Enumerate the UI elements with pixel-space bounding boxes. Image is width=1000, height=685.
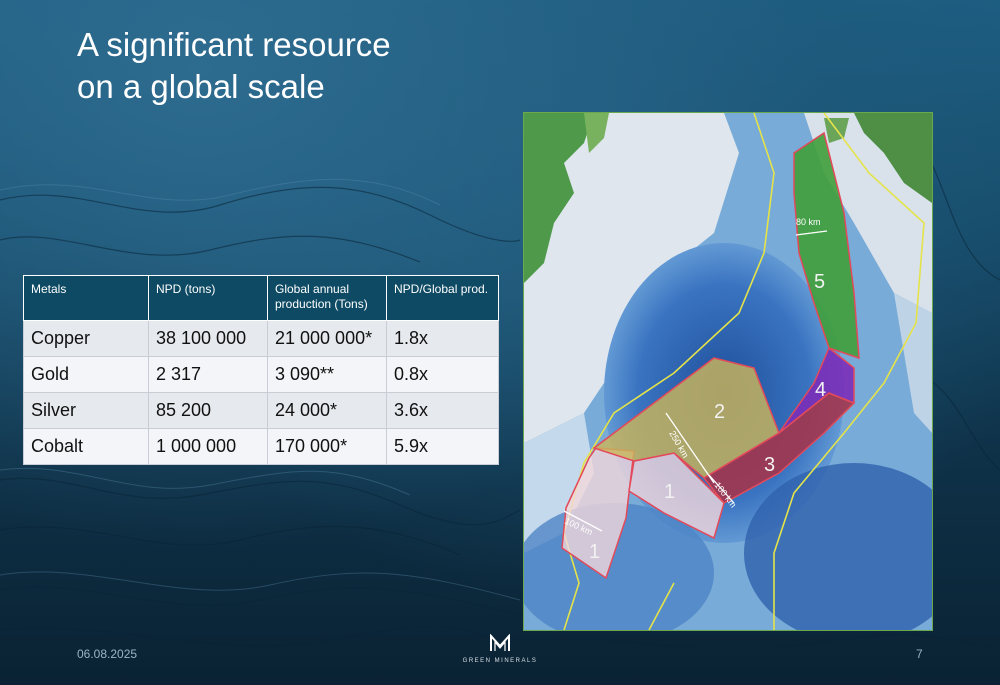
map-graphic: 1 1 2 3 4 5 80 km 250 km 100 km 100 km bbox=[524, 113, 932, 630]
slide-title: A significant resource on a global scale bbox=[77, 24, 391, 108]
column-header-metals: Metals bbox=[23, 275, 149, 321]
ratio-cell: 1.8x bbox=[386, 320, 499, 357]
column-header-global-production: Global annual production (Tons) bbox=[267, 275, 387, 321]
metal-name-cell: Gold bbox=[23, 356, 149, 393]
logo-text: GREEN MINERALS bbox=[462, 658, 538, 664]
column-header-ratio: NPD/Global prod. bbox=[386, 275, 499, 321]
area-label: 4 bbox=[815, 379, 826, 401]
area-label: 1 bbox=[589, 541, 600, 563]
slide-page-number: 7 bbox=[916, 647, 923, 661]
metal-name-cell: Cobalt bbox=[23, 428, 149, 465]
seabed-license-area-map: 1 1 2 3 4 5 80 km 250 km 100 km 100 km bbox=[523, 112, 933, 631]
distance-label: 80 km bbox=[796, 217, 821, 227]
slide-date: 06.08.2025 bbox=[77, 647, 138, 661]
global-production-cell: 3 090** bbox=[267, 356, 387, 393]
npd-cell: 38 100 000 bbox=[148, 320, 268, 357]
table-header-row: Metals NPD (tons) Global annual producti… bbox=[23, 275, 499, 321]
area-label: 1 bbox=[664, 481, 675, 503]
area-label: 5 bbox=[814, 271, 825, 293]
table-row: Gold 2 317 3 090** 0.8x bbox=[23, 356, 499, 393]
ratio-cell: 0.8x bbox=[386, 356, 499, 393]
title-line-1: A significant resource bbox=[77, 26, 391, 63]
table-row: Silver 85 200 24 000* 3.6x bbox=[23, 392, 499, 429]
global-production-cell: 24 000* bbox=[267, 392, 387, 429]
title-line-2: on a global scale bbox=[77, 68, 325, 105]
metal-name-cell: Silver bbox=[23, 392, 149, 429]
area-label: 2 bbox=[714, 401, 725, 423]
column-header-npd: NPD (tons) bbox=[148, 275, 268, 321]
table-row: Copper 38 100 000 21 000 000* 1.8x bbox=[23, 320, 499, 357]
area-label: 3 bbox=[764, 454, 775, 476]
logo-mark-icon bbox=[490, 633, 510, 651]
npd-cell: 2 317 bbox=[148, 356, 268, 393]
ratio-cell: 5.9x bbox=[386, 428, 499, 465]
global-production-cell: 170 000* bbox=[267, 428, 387, 465]
metal-name-cell: Copper bbox=[23, 320, 149, 357]
ratio-cell: 3.6x bbox=[386, 392, 499, 429]
npd-cell: 1 000 000 bbox=[148, 428, 268, 465]
metals-resource-table: Metals NPD (tons) Global annual producti… bbox=[23, 275, 499, 465]
green-minerals-logo: GREEN MINERALS bbox=[462, 633, 538, 664]
table-row: Cobalt 1 000 000 170 000* 5.9x bbox=[23, 428, 499, 465]
npd-cell: 85 200 bbox=[148, 392, 268, 429]
global-production-cell: 21 000 000* bbox=[267, 320, 387, 357]
